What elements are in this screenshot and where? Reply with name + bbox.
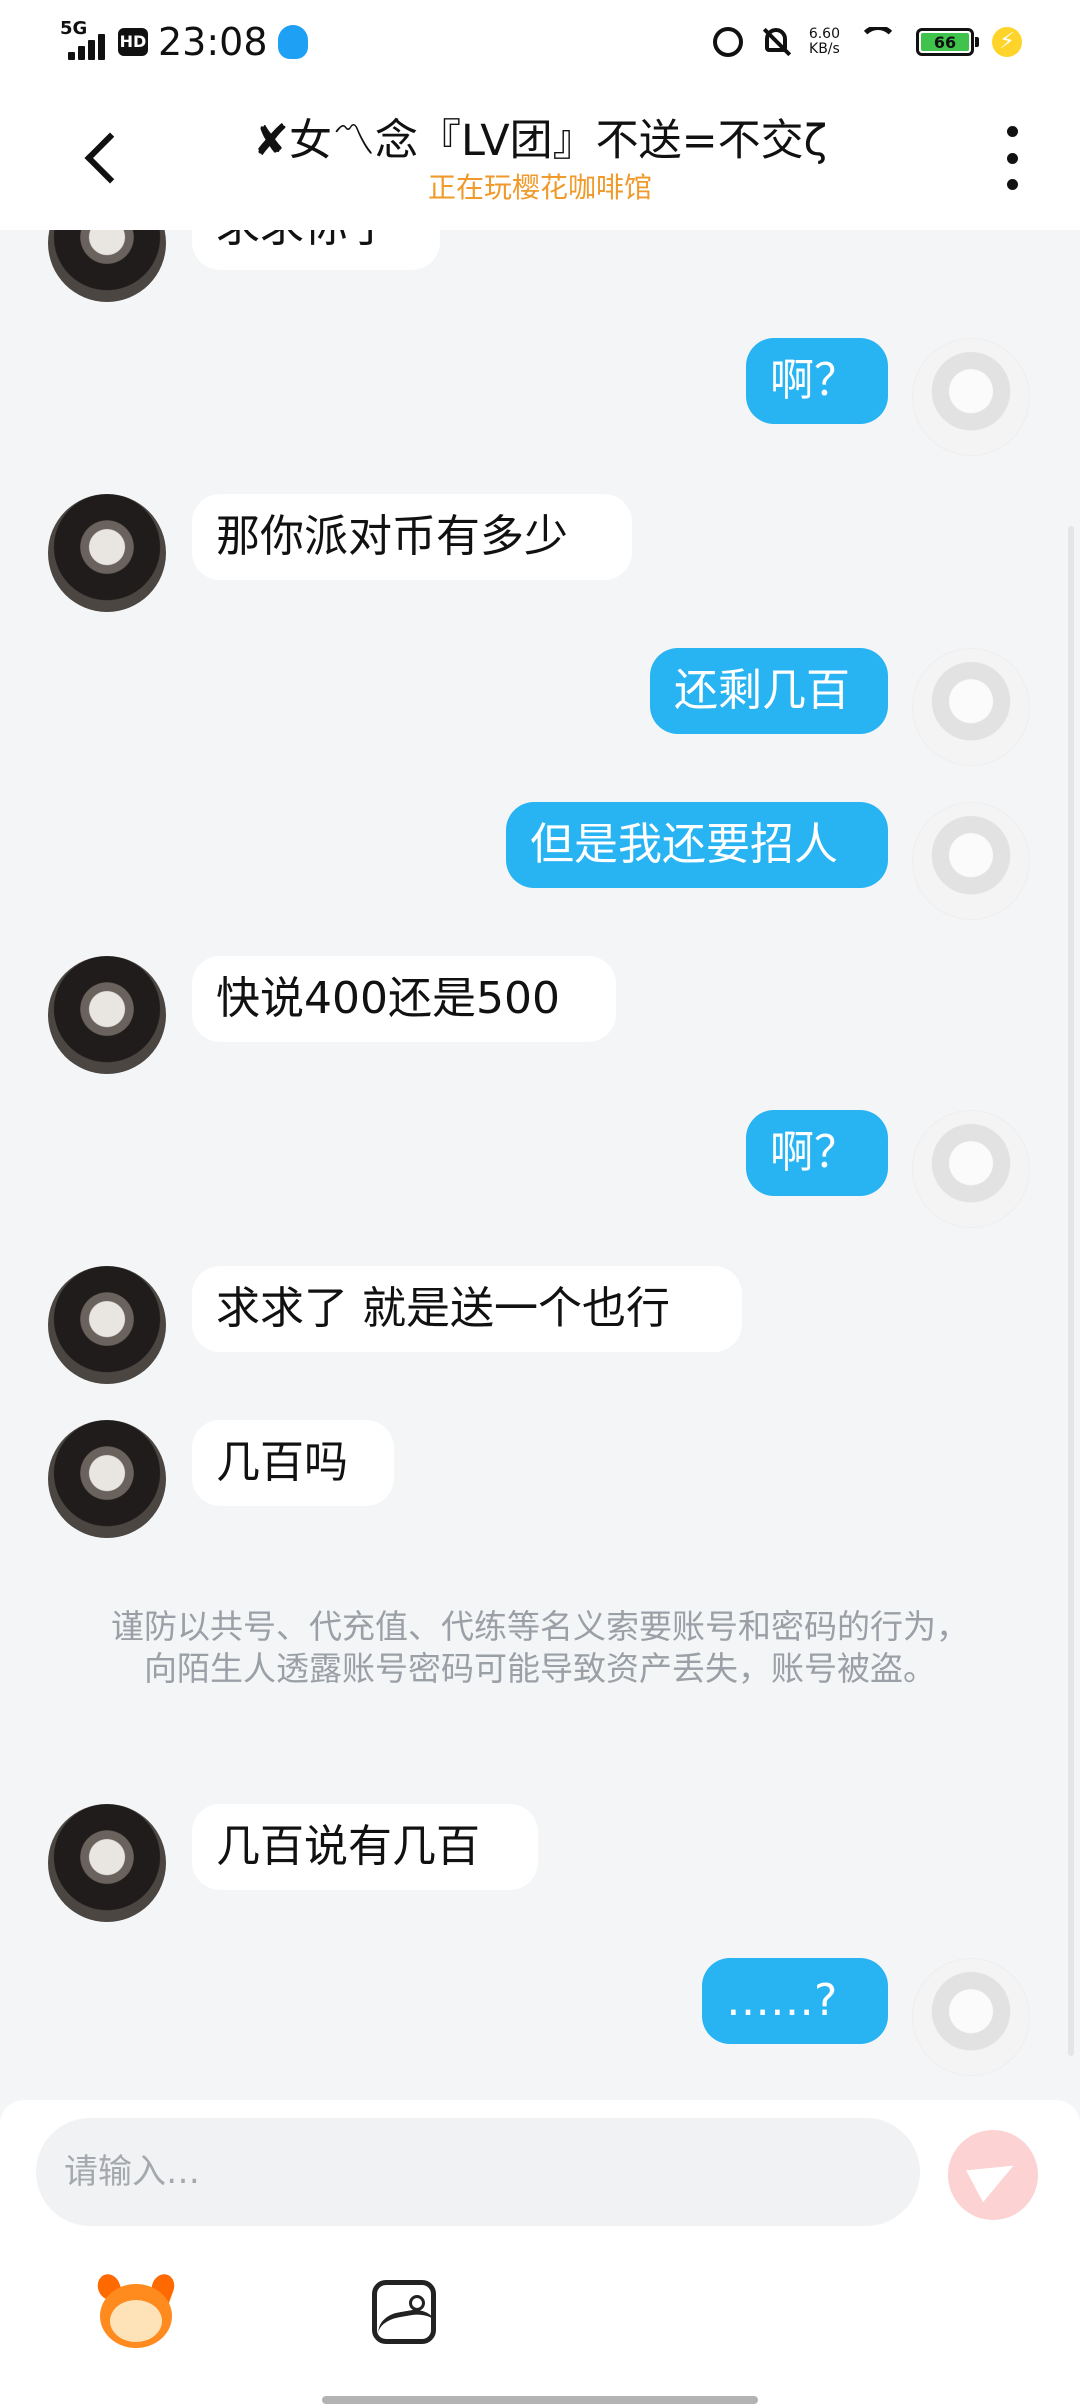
speed-unit: KB/s: [809, 41, 840, 57]
battery-icon: 66: [916, 28, 979, 56]
message-bubble[interactable]: 那你派对币有多少: [192, 494, 632, 580]
hd-icon: HD: [118, 28, 148, 56]
battery-level: 66: [921, 33, 969, 52]
self-avatar[interactable]: [912, 1110, 1030, 1228]
chat-title: ✘女〽念『LV团』不送=不交ζ: [252, 116, 828, 166]
alarm-icon: [712, 27, 743, 57]
more-options-button[interactable]: [1002, 126, 1022, 190]
status-right: 6.60 KB/s 66 ⚡: [712, 20, 1022, 64]
back-button[interactable]: [78, 128, 128, 188]
clock: 23:08: [158, 20, 268, 64]
self-avatar[interactable]: [912, 802, 1030, 920]
message-bubble[interactable]: 啊？: [746, 338, 888, 424]
contact-avatar[interactable]: [48, 230, 166, 302]
message-input[interactable]: 请输入…: [36, 2118, 920, 2226]
network-speed: 6.60 KB/s: [809, 27, 840, 57]
status-bar: 5G HD 23:08 6.60 KB/s 66 ⚡: [0, 0, 1080, 84]
message-bubble[interactable]: ……?: [702, 1958, 888, 2044]
charging-icon: ⚡: [992, 27, 1022, 57]
contact-avatar[interactable]: [48, 1266, 166, 1384]
emoji-icon[interactable]: [92, 2271, 180, 2352]
self-avatar[interactable]: [912, 648, 1030, 766]
contact-avatar[interactable]: [48, 1420, 166, 1538]
self-avatar[interactable]: [912, 338, 1030, 456]
message-bubble[interactable]: 快说400还是500: [192, 956, 616, 1042]
message-bubble[interactable]: 几百说有几百: [192, 1804, 538, 1890]
network-label: 5G: [60, 18, 88, 39]
signal-icon: 5G: [60, 18, 108, 60]
qq-icon: [277, 25, 308, 59]
message-bubble[interactable]: 啊？: [746, 1110, 888, 1196]
mute-icon: [761, 26, 791, 58]
message-list[interactable]: 求求你了 啊？ 那你派对币有多少 还剩几百 但是我还要招人 快说400还是500…: [0, 230, 1080, 2100]
safety-notice: 谨防以共号、代充值、代练等名义索要账号和密码的行为，向陌生人透露账号密码可能导致…: [111, 1607, 969, 1688]
home-indicator[interactable]: [322, 2396, 758, 2404]
chat-header: ✘女〽念『LV团』不送=不交ζ 正在玩樱花咖啡馆: [0, 84, 1080, 230]
self-avatar[interactable]: [912, 1958, 1030, 2076]
contact-avatar[interactable]: [48, 1804, 166, 1922]
input-bar: 请输入…: [0, 2100, 1080, 2408]
chat-subtitle: 正在玩樱花咖啡馆: [427, 171, 652, 204]
scrollbar[interactable]: [1068, 526, 1074, 2056]
speed-value: 6.60: [808, 26, 840, 42]
message-bubble[interactable]: 几百吗: [192, 1420, 394, 1506]
message-bubble[interactable]: 还剩几百: [650, 648, 888, 734]
contact-avatar[interactable]: [48, 956, 166, 1074]
message-bubble[interactable]: 求求你了: [192, 230, 440, 270]
contact-avatar[interactable]: [48, 494, 166, 612]
message-bubble[interactable]: 求求了 就是送一个也行: [192, 1266, 742, 1352]
message-bubble[interactable]: 但是我还要招人: [506, 802, 888, 888]
status-left: 5G HD 23:08: [60, 18, 308, 66]
send-button[interactable]: [948, 2130, 1038, 2220]
wifi-icon: [858, 27, 898, 57]
image-icon[interactable]: [372, 2280, 436, 2344]
